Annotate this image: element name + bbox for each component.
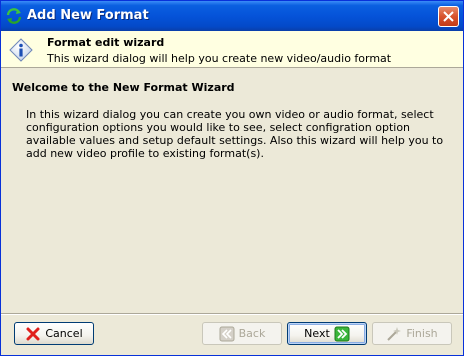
- finish-label: Finish: [406, 327, 438, 340]
- footer-divider: [1, 313, 463, 315]
- cancel-button[interactable]: Cancel: [14, 322, 94, 345]
- close-icon: [443, 11, 454, 22]
- header-subtitle: This wizard dialog will help you create …: [47, 52, 392, 65]
- refresh-arrows-icon: [6, 8, 22, 24]
- red-x-icon: [25, 326, 41, 342]
- double-arrow-left-icon: [219, 326, 235, 342]
- add-new-format-window: Add New Format Format edit wizard This w…: [0, 0, 464, 356]
- info-icon: [9, 38, 33, 62]
- finish-button[interactable]: Finish: [372, 322, 452, 345]
- back-label: Back: [238, 327, 266, 340]
- cancel-label: Cancel: [45, 327, 83, 340]
- window-title: Add New Format: [27, 8, 149, 23]
- double-arrow-right-icon: [334, 326, 350, 342]
- welcome-description: In this wizard dialog you can create you…: [26, 108, 444, 160]
- wand-icon: [386, 326, 402, 342]
- close-button[interactable]: [438, 6, 459, 27]
- welcome-title: Welcome to the New Format Wizard: [12, 81, 235, 94]
- header-title: Format edit wizard: [47, 36, 165, 49]
- back-button[interactable]: Back: [202, 322, 282, 345]
- title-bar[interactable]: Add New Format: [1, 1, 463, 31]
- next-button[interactable]: Next: [287, 322, 367, 345]
- next-label: Next: [304, 327, 330, 340]
- wizard-header: Format edit wizard This wizard dialog wi…: [1, 31, 463, 68]
